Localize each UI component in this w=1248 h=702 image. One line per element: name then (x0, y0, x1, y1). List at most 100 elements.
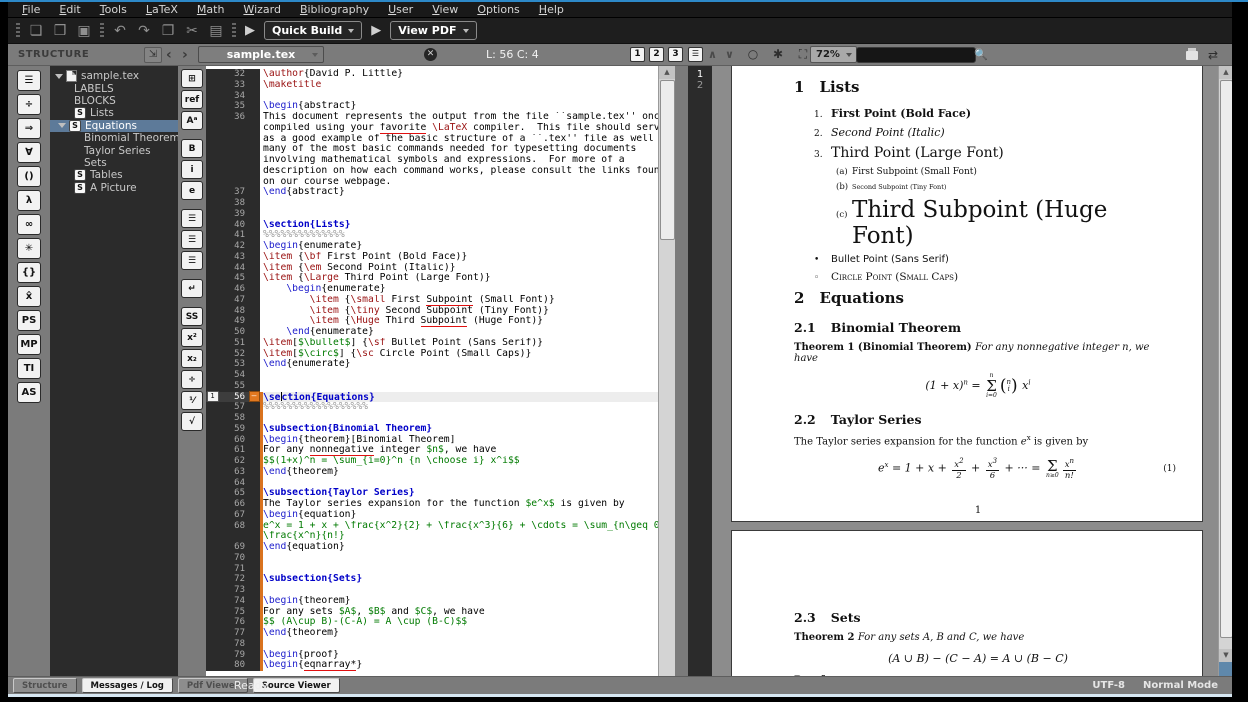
superscript-icon[interactable]: x² (181, 328, 203, 347)
label-icon[interactable]: ⊞ (181, 69, 203, 88)
pstricks-icon[interactable]: PS (17, 310, 41, 331)
single-page-icon[interactable]: ○ (744, 47, 762, 62)
gutter-bookmark-cell[interactable] (206, 284, 219, 295)
menu-item-tools[interactable]: Tools (100, 2, 127, 18)
sans-serif-icon[interactable]: SS (181, 307, 203, 326)
gutter-bookmark-cell[interactable] (206, 112, 219, 123)
gutter-bookmark-cell[interactable] (206, 617, 219, 628)
arrow-symbols-icon[interactable]: ⇒ (17, 118, 41, 139)
gutter-fold-cell[interactable] (248, 607, 260, 618)
gutter-fold-cell[interactable] (248, 284, 260, 295)
asymptote-icon[interactable]: AS (17, 382, 41, 403)
run-view-pdf-icon[interactable]: ▶ (366, 23, 386, 38)
gutter-bookmark-cell[interactable] (206, 445, 219, 456)
gutter-fold-cell[interactable] (248, 80, 260, 91)
gutter-bookmark-cell[interactable] (206, 531, 219, 542)
gutter-fold-cell[interactable] (248, 295, 260, 306)
gutter-fold-cell[interactable] (248, 338, 260, 349)
scroll-down-icon[interactable]: ▼ (1219, 649, 1232, 662)
gutter-bookmark-cell[interactable] (206, 306, 219, 317)
gutter-bookmark-cell[interactable] (206, 424, 219, 435)
gutter-bookmark-cell[interactable] (206, 220, 219, 231)
pdf-next-page-icon[interactable]: ∨ (725, 48, 734, 61)
open-file-selector[interactable]: sample.tex (198, 46, 324, 63)
gutter-fold-cell[interactable] (248, 596, 260, 607)
gutter-fold-cell[interactable] (248, 553, 260, 564)
gutter-fold-cell[interactable] (248, 144, 260, 155)
newline-icon[interactable]: ↵ (181, 279, 203, 298)
previous-document-icon[interactable]: ‹ (166, 47, 172, 63)
gutter-bookmark-cell[interactable] (206, 639, 219, 650)
gutter-fold-cell[interactable] (248, 585, 260, 596)
gutter-fold-cell[interactable] (248, 467, 260, 478)
gutter-fold-cell[interactable] (248, 381, 260, 392)
gutter-fold-cell[interactable] (248, 123, 260, 134)
gutter-bookmark-cell[interactable] (206, 295, 219, 306)
gutter-fold-cell[interactable] (248, 198, 260, 209)
bookmark-button-2[interactable]: 2 (649, 47, 664, 62)
sqrt-icon[interactable]: √ (181, 412, 203, 431)
menu-item-options[interactable]: Options (477, 2, 519, 18)
gutter-bookmark-cell[interactable] (206, 144, 219, 155)
menu-item-user[interactable]: User (388, 2, 413, 18)
bookmark-button-3[interactable]: 3 (668, 47, 683, 62)
brackets-icon[interactable]: {} (17, 262, 41, 283)
gutter-bookmark-cell[interactable] (206, 521, 219, 532)
emph-icon[interactable]: e (181, 181, 203, 200)
gutter-fold-cell[interactable] (248, 617, 260, 628)
greek-letters-icon[interactable]: λ (17, 190, 41, 211)
pdf-scrollbar[interactable]: ▲ ▼ (1218, 66, 1232, 676)
gutter-bookmark-cell[interactable] (206, 650, 219, 661)
gutter-fold-cell[interactable] (248, 134, 260, 145)
footnote-icon[interactable]: Aᵃ (181, 111, 203, 130)
search-icon[interactable]: 🔍 (974, 48, 988, 61)
menu-item-file[interactable]: File (22, 2, 40, 18)
metapost-icon[interactable]: MP (17, 334, 41, 355)
gutter-bookmark-cell[interactable] (206, 134, 219, 145)
continuous-mode-icon[interactable]: ✱ (769, 47, 787, 62)
gutter-bookmark-cell[interactable] (206, 327, 219, 338)
gutter-fold-cell[interactable] (248, 166, 260, 177)
gutter-bookmark-cell[interactable] (206, 585, 219, 596)
structure-item-sample-tex[interactable]: sample.tex (50, 70, 178, 82)
gutter-fold-cell[interactable] (248, 639, 260, 650)
block-list-icon[interactable]: ☰ (688, 47, 703, 62)
gutter-fold-cell[interactable] (248, 359, 260, 370)
structure-item-binomial-theorem[interactable]: Binomial Theorem (50, 132, 178, 144)
italic-icon[interactable]: i (181, 160, 203, 179)
gutter-bookmark-cell[interactable] (206, 166, 219, 177)
open-folder-icon[interactable]: ❒ (48, 21, 72, 41)
save-icon[interactable]: ▣ (72, 21, 96, 41)
undo-icon[interactable]: ↶ (108, 21, 132, 41)
gutter-bookmark-cell[interactable] (206, 402, 219, 413)
misc-symbols-icon[interactable]: ∀ (17, 142, 41, 163)
gutter-bookmark-cell[interactable] (206, 607, 219, 618)
detach-panel-icon[interactable]: ⇲ (144, 47, 162, 63)
gutter-fold-cell[interactable] (248, 574, 260, 585)
most-used-icon[interactable]: ✳ (17, 238, 41, 259)
menu-item-help[interactable]: Help (539, 2, 564, 18)
next-document-icon[interactable]: › (182, 47, 188, 63)
pdf-page-number-2[interactable]: 2 (688, 80, 712, 91)
menu-item-edit[interactable]: Edit (59, 2, 80, 18)
bold-icon[interactable]: B (181, 139, 203, 158)
structure-item-lists[interactable]: SLists (50, 107, 178, 119)
tikz-icon[interactable]: TI (17, 358, 41, 379)
status-tab-messages-log[interactable]: Messages / Log (82, 678, 173, 693)
accents-icon[interactable]: x̂ (17, 286, 41, 307)
gutter-fold-cell[interactable] (248, 456, 260, 467)
structure-item-equations[interactable]: SEquations (50, 120, 178, 132)
gutter-fold-cell[interactable] (248, 488, 260, 499)
gutter-bookmark-cell[interactable] (206, 187, 219, 198)
gutter-bookmark-cell[interactable] (206, 564, 219, 575)
structure-tab-icon[interactable]: ☰ (17, 70, 41, 91)
gutter-fold-cell[interactable] (248, 155, 260, 166)
gutter-fold-cell[interactable] (248, 499, 260, 510)
menu-item-wizard[interactable]: Wizard (243, 2, 281, 18)
scroll-up-icon[interactable]: ▲ (1219, 66, 1232, 79)
editor-scrollbar[interactable]: ▲ (658, 66, 675, 676)
gutter-fold-cell[interactable] (248, 402, 260, 413)
frac-icon[interactable]: ÷ (181, 370, 203, 389)
gutter-fold-cell[interactable] (248, 306, 260, 317)
gutter-bookmark-cell[interactable] (206, 574, 219, 585)
